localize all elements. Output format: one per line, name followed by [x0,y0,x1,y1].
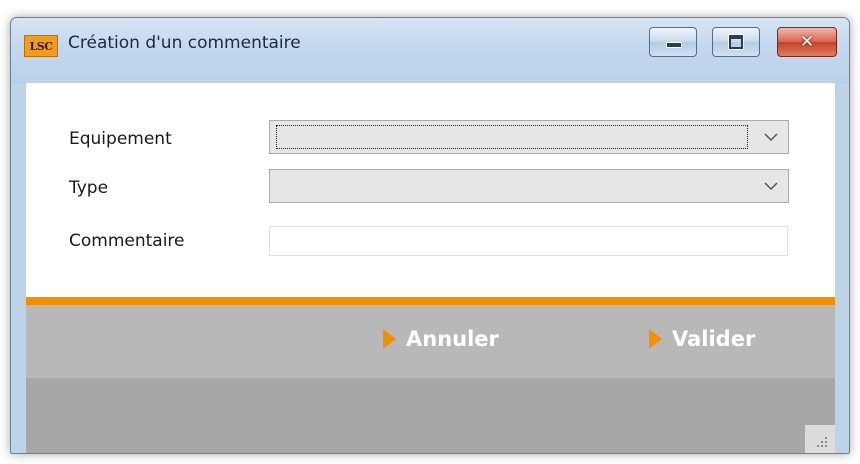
submit-button[interactable]: Valider [649,327,755,351]
dialog-window: LSC Création d'un commentaire ✕ Equipeme… [10,17,850,454]
commentaire-label: Commentaire [69,231,185,251]
status-area [26,378,835,453]
triangle-right-icon [649,329,662,349]
minimize-icon [666,42,682,48]
minimize-button[interactable] [649,27,697,57]
type-label: Type [69,178,109,198]
commentaire-input[interactable] [269,226,788,256]
action-bar: Annuler Valider [26,305,835,378]
close-button[interactable]: ✕ [777,27,837,57]
maximize-icon [729,35,743,49]
cancel-button-label: Annuler [406,327,499,351]
cancel-button[interactable]: Annuler [383,327,499,351]
type-select[interactable] [269,169,789,203]
triangle-right-icon [383,329,396,349]
close-icon: ✕ [799,32,815,52]
window-title: Création d'un commentaire [68,33,301,53]
lsc-app-icon: LSC [24,35,58,57]
chevron-down-icon [764,182,778,191]
equipement-label: Equipement [69,129,172,149]
equipement-select[interactable] [269,120,789,154]
orange-divider [26,297,835,305]
dialog-content: Equipement Type Commentaire Annuler Vali… [26,83,835,453]
chevron-down-icon [764,133,778,142]
submit-button-label: Valider [672,327,756,351]
maximize-button[interactable] [712,27,760,57]
resize-grip-icon[interactable] [805,425,835,453]
focus-rectangle [276,125,748,149]
title-bar[interactable]: LSC Création d'un commentaire ✕ [11,18,849,84]
